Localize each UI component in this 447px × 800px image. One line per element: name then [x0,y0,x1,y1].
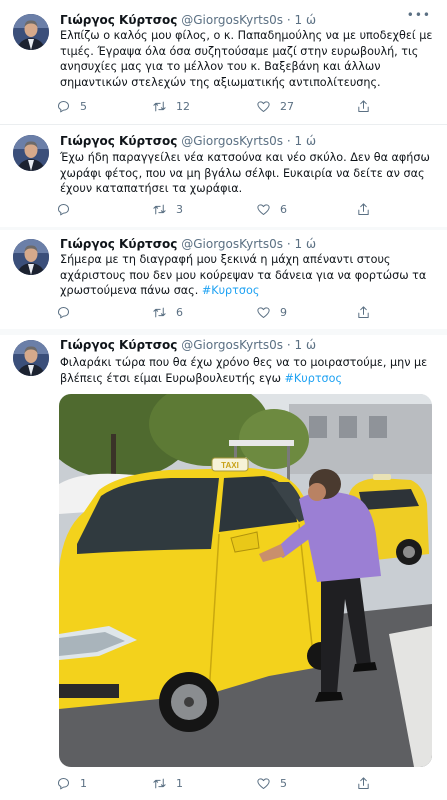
author-handle[interactable]: @GiorgosKyrts0s [181,134,283,148]
share-icon [358,100,369,112]
like-count: 6 [280,203,287,216]
tweet-time[interactable]: 1 ώ [295,13,317,27]
like-count: 27 [280,100,294,113]
share-button[interactable] [356,202,380,217]
tweet-body: Έχω ήδη παραγγείλει νέα κατσούνα και νέο… [60,151,430,195]
tweet-3[interactable]: Γιώργος Κύρτσος @GiorgosKyrts0s · 1 ώ Σή… [0,230,447,329]
taxi-photo: TAXI [59,394,432,767]
reply-count: 5 [80,100,87,113]
retweet-button[interactable]: 3 [152,202,183,217]
tweet-photo[interactable]: TAXI [59,394,432,767]
author-name[interactable]: Γιώργος Κύρτσος [60,338,177,352]
tweet-2[interactable]: Γιώργος Κύρτσος @GiorgosKyrts0s · 1 ώ Έχ… [0,125,447,227]
author-name[interactable]: Γιώργος Κύρτσος [60,13,177,27]
avatar[interactable] [13,14,49,50]
like-button[interactable]: 6 [256,202,287,217]
like-button[interactable]: 9 [256,305,287,320]
avatar[interactable] [13,340,49,376]
separator-dot: · [286,237,291,251]
more-options-icon[interactable]: ••• [407,8,431,22]
tweet-time[interactable]: 1 ώ [295,338,317,352]
heart-icon [257,204,270,215]
reply-icon [58,101,69,113]
timeline-feed: Γιώργος Κύρτσος @GiorgosKyrts0s · 1 ώ ••… [0,0,447,800]
share-icon [358,777,369,789]
avatar-image [13,14,49,50]
avatar-image [13,340,49,376]
reply-button[interactable] [56,202,80,217]
retweet-count: 12 [176,100,190,113]
retweet-icon [153,101,166,112]
share-icon [358,306,369,318]
reply-icon [58,778,69,790]
separator-dot: · [286,13,291,27]
tweet-time[interactable]: 1 ώ [295,237,317,251]
tweet-actions: 3 6 [56,202,416,220]
reply-button[interactable] [56,305,80,320]
share-button[interactable] [356,305,380,320]
tweet-text: Έχω ήδη παραγγείλει νέα κατσούνα και νέο… [60,150,435,197]
tweet-text: Σήμερα με τη διαγραφή μου ξεκινά η μάχη … [60,252,435,299]
author-name[interactable]: Γιώργος Κύρτσος [60,237,177,251]
taxi-roof-sign: TAXI [221,461,239,470]
tweet-actions: 1 1 5 [56,776,416,794]
retweet-button[interactable]: 1 [152,776,183,791]
share-button[interactable] [356,776,380,791]
tweet-body: Φιλαράκι τώρα που θα έχω χρόνο θες να το… [60,356,428,385]
reply-count: 1 [80,777,87,790]
hashtag-link[interactable]: #Κυρτσος [285,372,343,385]
retweet-button[interactable]: 12 [152,99,190,114]
tweet-header: Γιώργος Κύρτσος @GiorgosKyrts0s · 1 ώ [60,236,316,252]
author-name[interactable]: Γιώργος Κύρτσος [60,134,177,148]
author-handle[interactable]: @GiorgosKyrts0s [181,237,283,251]
like-button[interactable]: 5 [256,776,287,791]
tweet-body: Ελπίζω ο καλός μου φίλος, ο κ. Παπαδημού… [60,29,433,89]
heart-icon [257,307,270,318]
share-icon [358,203,369,215]
tweet-actions: 5 12 27 [56,99,416,117]
tweet-text: Ελπίζω ο καλός μου φίλος, ο κ. Παπαδημού… [60,28,435,90]
tweet-text: Φιλαράκι τώρα που θα έχω χρόνο θες να το… [60,355,435,386]
tweet-time[interactable]: 1 ώ [295,134,317,148]
like-count: 5 [280,777,287,790]
author-handle[interactable]: @GiorgosKyrts0s [181,13,283,27]
separator-dot: · [286,134,291,148]
tweet-1[interactable]: Γιώργος Κύρτσος @GiorgosKyrts0s · 1 ώ ••… [0,0,447,125]
hashtag-link[interactable]: #Κυρτσος [202,284,260,297]
heart-icon [257,101,270,112]
reply-icon [58,204,69,216]
avatar-image [13,239,49,275]
avatar[interactable] [13,239,49,275]
heart-icon [257,778,270,789]
like-button[interactable]: 27 [256,99,294,114]
reply-icon [58,307,69,319]
separator-dot: · [286,338,291,352]
retweet-icon [153,778,166,789]
author-handle[interactable]: @GiorgosKyrts0s [181,338,283,352]
tweet-header: Γιώργος Κύρτσος @GiorgosKyrts0s · 1 ώ [60,337,316,353]
retweet-count: 1 [176,777,183,790]
reply-button[interactable]: 1 [56,776,87,791]
tweet-header: Γιώργος Κύρτσος @GiorgosKyrts0s · 1 ώ [60,12,316,28]
avatar[interactable] [13,135,49,171]
tweet-actions: 6 9 [56,305,416,323]
avatar-image [13,135,49,171]
share-button[interactable] [356,99,380,114]
tweet-header: Γιώργος Κύρτσος @GiorgosKyrts0s · 1 ώ [60,133,316,149]
retweet-count: 6 [176,306,183,319]
retweet-icon [153,204,166,215]
like-count: 9 [280,306,287,319]
retweet-count: 3 [176,203,183,216]
reply-button[interactable]: 5 [56,99,87,114]
retweet-icon [153,307,166,318]
retweet-button[interactable]: 6 [152,305,183,320]
